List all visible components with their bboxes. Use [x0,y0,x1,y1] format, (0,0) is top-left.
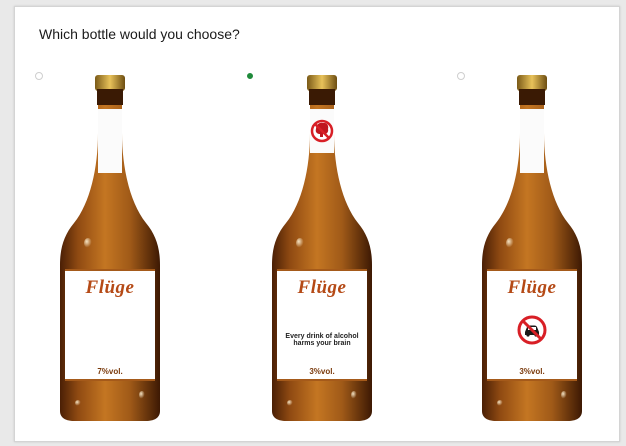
beer-bottle-image: Flüge 3%vol. [480,73,584,423]
brand-name: Flüge [85,277,135,298]
question-text: Which bottle would you choose? [39,26,240,42]
no-brain-icon [310,119,334,143]
bottle-option-3[interactable]: Flüge 3%vol. [457,69,607,429]
radio-option-3[interactable] [457,72,465,80]
bottle-label: Flüge Every drink of alcohol harms your … [277,269,367,381]
bottle-option-1[interactable]: Flüge 7%vol. [35,69,185,429]
survey-card: Which bottle would you choose? Flüge 7%v… [14,6,620,442]
health-warning-text: Every drink of alcohol harms your brain [285,333,359,347]
brand-name: Flüge [507,277,557,298]
no-car-icon [517,315,547,345]
bottle-label: Flüge 7%vol. [65,269,155,381]
abv-text: 3%vol. [519,367,545,376]
bottle-option-2[interactable]: Flüge Every drink of alcohol harms your … [247,69,397,429]
bottle-label: Flüge 3%vol. [487,269,577,381]
radio-option-2[interactable] [247,73,253,79]
brand-name: Flüge [297,277,347,298]
beer-bottle-image: Flüge 7%vol. [58,73,162,423]
radio-option-1[interactable] [35,72,43,80]
beer-bottle-image: Flüge Every drink of alcohol harms your … [270,73,374,423]
abv-text: 7%vol. [97,367,123,376]
abv-text: 3%vol. [309,367,335,376]
